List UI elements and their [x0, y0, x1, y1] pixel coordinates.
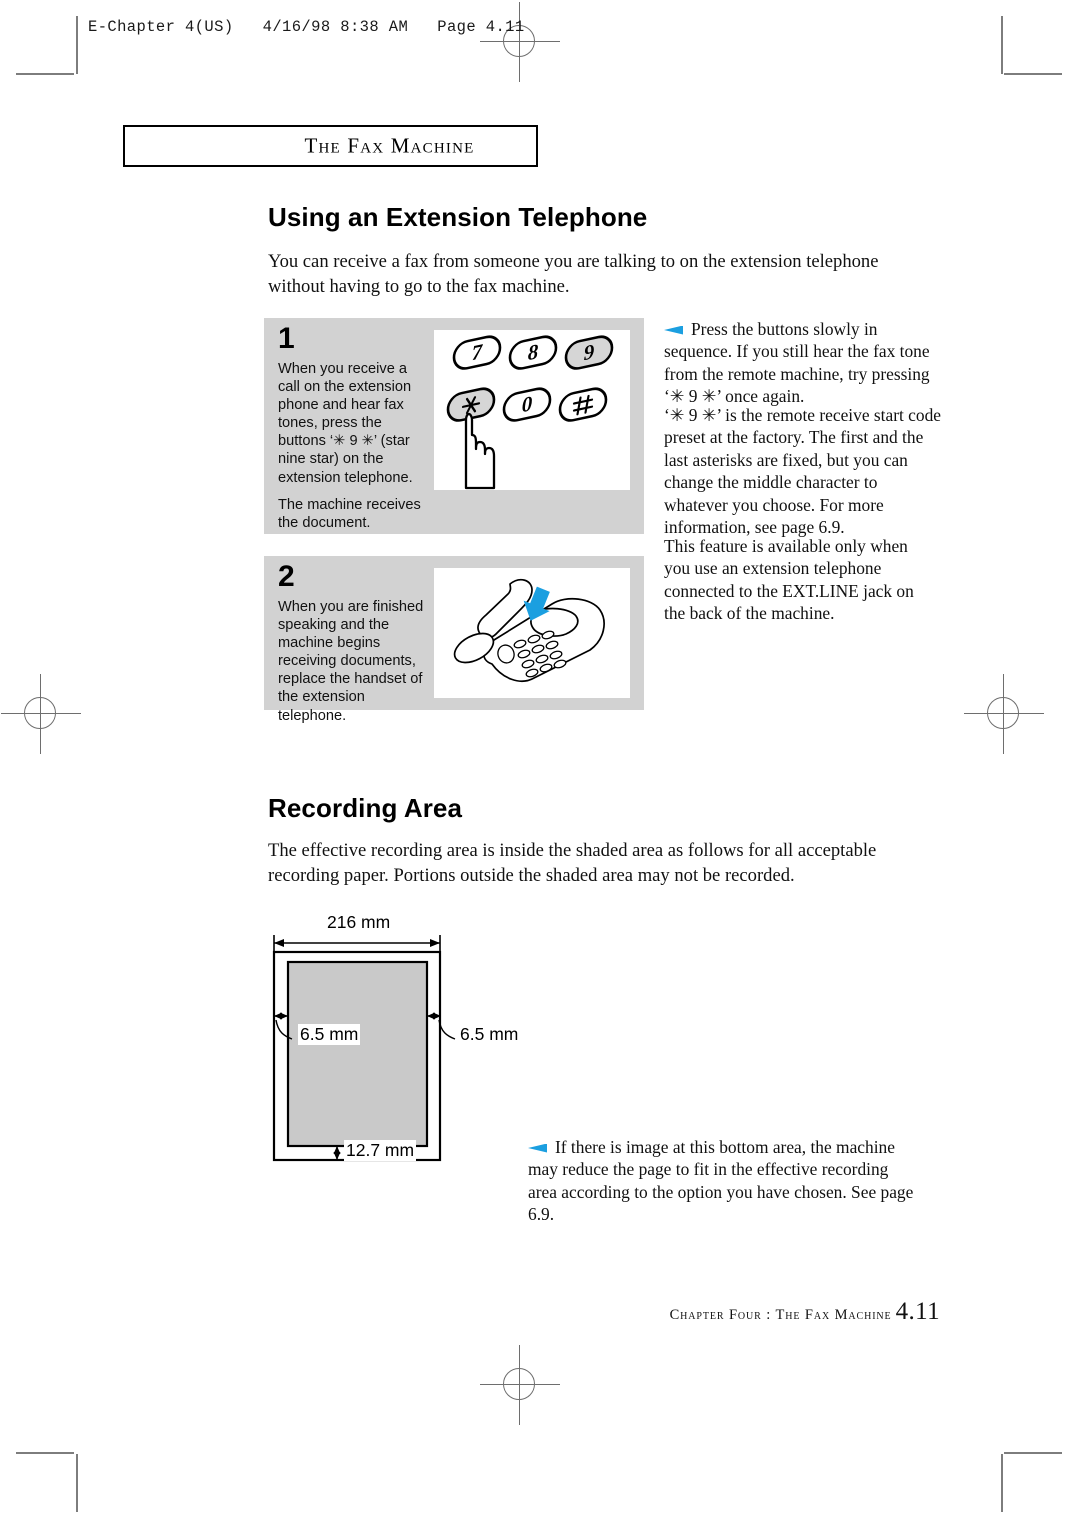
crop-mark-bottom-left-horizontal — [16, 1452, 74, 1454]
dimension-label-width: 216 mm — [325, 912, 393, 933]
step-instruction-text: When you are finished speaking and the m… — [278, 599, 424, 724]
note-ext-line-requirement: This feature is available only when you … — [664, 536, 914, 624]
page-footer: Chapter Four : The Fax Machine 4.11 — [560, 1298, 940, 1326]
telephone-illustration — [434, 568, 630, 698]
crop-mark-top-right-vertical — [1001, 16, 1003, 74]
step-result-text: The machine receives the document. — [278, 497, 421, 532]
step-number: 2 — [278, 560, 295, 593]
note-press-buttons-slowly: Press the buttons slowly in sequence. If… — [664, 318, 936, 408]
svg-text:9: 9 — [584, 339, 595, 365]
dimension-label-right-margin: 6.5 mm — [458, 1024, 521, 1045]
running-head-text: The Fax Machine — [304, 133, 475, 158]
step-instruction-text: When you receive a call on the extension… — [278, 361, 413, 486]
step-box-1: 1 When you receive a call on the extensi… — [264, 318, 644, 534]
note-remote-receive-start-code: ‘✳ 9 ✳’ is the remote receive start code… — [664, 405, 942, 538]
keypad-illustration: 7 8 9 0 — [434, 330, 630, 490]
recording-area-paragraph: The effective recording area is inside t… — [268, 840, 877, 886]
crop-mark-top-left-vertical — [76, 16, 78, 74]
document-page: E-Chapter 4(US) 4/16/98 8:38 AM Page 4.1… — [0, 0, 1080, 1528]
svg-text:0: 0 — [522, 391, 533, 417]
keypad-key-9-highlighted: 9 — [564, 335, 614, 370]
footer-caption: Chapter Four : The Fax Machine — [669, 1307, 892, 1323]
crop-mark-bottom-right-vertical — [1001, 1454, 1003, 1512]
note-text: If there is image at this bottom area, t… — [528, 1137, 914, 1225]
registration-mark-left — [1, 674, 81, 754]
recording-area-diagram: 216 mm 6.5 mm 6.5 mm 12.7 mm — [262, 912, 562, 1197]
page-title-using-extension-telephone: Using an Extension Telephone — [268, 202, 648, 232]
note-bottom-area-reduction: If there is image at this bottom area, t… — [528, 1136, 920, 1226]
dimension-label-left-margin: 6.5 mm — [298, 1024, 361, 1045]
svg-text:7: 7 — [472, 339, 484, 365]
blue-triangle-bullet-icon — [528, 1143, 547, 1153]
step-box-2: 2 When you are finished speaking and the… — [264, 556, 644, 724]
crop-mark-top-right-horizontal — [1004, 73, 1062, 75]
footer-page-number: 4.11 — [895, 1298, 940, 1325]
dimension-label-bottom-margin: 12.7 mm — [344, 1140, 417, 1161]
prepress-slug-line: E-Chapter 4(US) 4/16/98 8:38 AM Page 4.1… — [88, 18, 525, 36]
intro-paragraph: You can receive a fax from someone you a… — [268, 251, 879, 297]
running-head-box: The Fax Machine — [123, 125, 538, 167]
crop-mark-bottom-right-horizontal — [1004, 1452, 1062, 1454]
note-text: Press the buttons slowly in sequence. If… — [664, 319, 930, 407]
svg-text:8: 8 — [528, 339, 539, 365]
registration-mark-bottom — [480, 1345, 560, 1425]
page-title-recording-area: Recording Area — [268, 793, 463, 823]
registration-mark-right — [964, 674, 1044, 754]
pointing-finger-icon — [464, 412, 496, 490]
blue-triangle-bullet-icon — [664, 325, 683, 335]
crop-mark-bottom-left-vertical — [76, 1454, 78, 1512]
step-number: 1 — [278, 322, 295, 355]
crop-mark-top-left-horizontal — [16, 73, 74, 75]
